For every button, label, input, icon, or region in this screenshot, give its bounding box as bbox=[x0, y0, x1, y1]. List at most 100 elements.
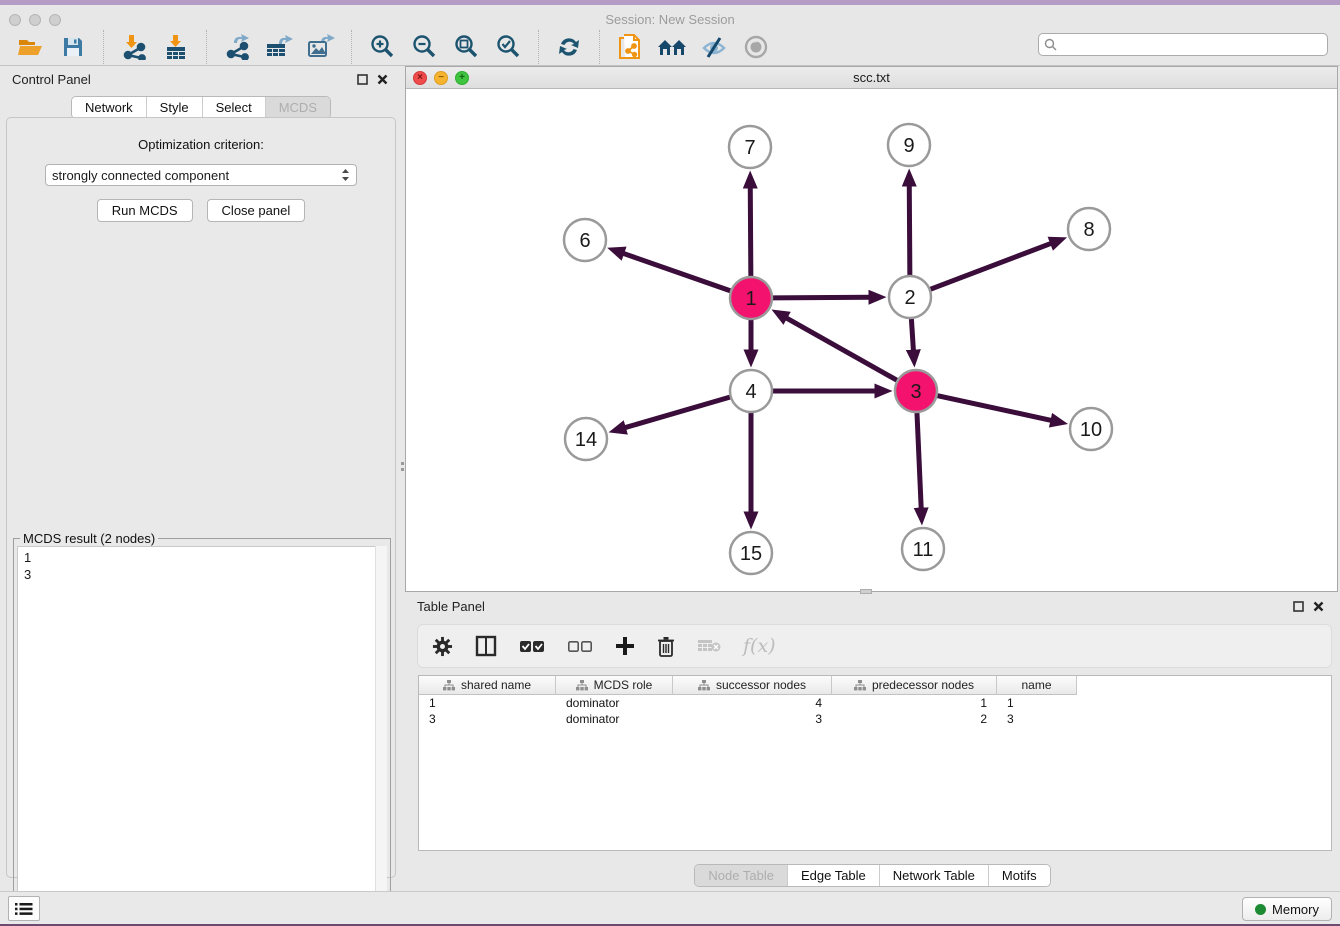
zoom-in-icon bbox=[369, 34, 395, 60]
table-header-row: shared name MCDS role successor nodesprede… bbox=[419, 676, 1331, 695]
graph-edge-2-9[interactable] bbox=[909, 185, 910, 275]
mcds-result-text[interactable]: 13 bbox=[17, 546, 387, 914]
table-row[interactable]: 1dominator411 bbox=[419, 695, 1331, 711]
table-cell[interactable]: 3 bbox=[673, 711, 832, 727]
tab-mcds[interactable]: MCDS bbox=[265, 97, 330, 118]
import-table-button[interactable] bbox=[159, 30, 193, 64]
export-table-button[interactable] bbox=[262, 30, 296, 64]
graph-edge-1-6[interactable] bbox=[623, 253, 730, 291]
import-network-button[interactable] bbox=[117, 30, 151, 64]
table-cell[interactable]: 1 bbox=[997, 695, 1077, 711]
table-cell[interactable]: dominator bbox=[556, 711, 673, 727]
graph-node-label: 10 bbox=[1080, 419, 1102, 441]
task-history-button[interactable] bbox=[8, 896, 40, 921]
float-table-panel-icon[interactable] bbox=[1293, 601, 1304, 612]
network-canvas[interactable]: 7 9 6 8 1 2 4 3 14 10 15 11 bbox=[406, 89, 1337, 591]
export-image-button[interactable] bbox=[304, 30, 338, 64]
graph-node-11[interactable]: 11 bbox=[902, 528, 944, 570]
session-title: Session: New Session bbox=[0, 12, 1340, 27]
close-panel-icon[interactable] bbox=[377, 74, 388, 85]
graph-node-14[interactable]: 14 bbox=[565, 418, 607, 460]
search-input[interactable] bbox=[1061, 38, 1327, 52]
column-type-icon bbox=[698, 680, 710, 691]
tab-node-table[interactable]: Node Table bbox=[695, 865, 787, 886]
toolbar-separator bbox=[599, 30, 600, 64]
tab-motifs[interactable]: Motifs bbox=[988, 865, 1050, 886]
memory-button[interactable]: Memory bbox=[1242, 897, 1332, 921]
graph-node-7[interactable]: 7 bbox=[729, 126, 771, 168]
deselect-all-icon[interactable] bbox=[567, 638, 593, 654]
criterion-select[interactable]: strongly connected component bbox=[45, 164, 357, 186]
select-chevrons-icon bbox=[341, 168, 350, 182]
network-window-titlebar[interactable]: × − + scc.txt bbox=[406, 67, 1337, 89]
close-panel-button[interactable]: Close panel bbox=[207, 199, 306, 222]
show-all-button[interactable] bbox=[739, 30, 773, 64]
graph-node-8[interactable]: 8 bbox=[1068, 208, 1110, 250]
graph-node-label: 15 bbox=[740, 543, 762, 565]
zoom-selected-button[interactable] bbox=[491, 30, 525, 64]
delete-icon[interactable] bbox=[657, 636, 675, 657]
zoom-in-button[interactable] bbox=[365, 30, 399, 64]
horizontal-splitter-handle[interactable] bbox=[860, 589, 872, 594]
save-session-button[interactable] bbox=[56, 30, 90, 64]
column-header-MCDS-role[interactable]: MCDS role bbox=[556, 676, 673, 695]
run-mcds-button[interactable]: Run MCDS bbox=[97, 199, 193, 222]
open-session-button[interactable] bbox=[14, 30, 48, 64]
tab-network[interactable]: Network bbox=[72, 97, 146, 118]
float-panel-icon[interactable] bbox=[357, 74, 368, 85]
zoom-fit-button[interactable] bbox=[449, 30, 483, 64]
columns-icon[interactable] bbox=[475, 635, 497, 657]
graph-node-10[interactable]: 10 bbox=[1070, 408, 1112, 450]
delete-table-icon bbox=[697, 638, 721, 654]
graph-node-6[interactable]: 6 bbox=[564, 219, 606, 261]
table-row[interactable]: 3dominator323 bbox=[419, 711, 1331, 727]
tab-select[interactable]: Select bbox=[202, 97, 265, 118]
graph-node-15[interactable]: 15 bbox=[730, 532, 772, 574]
result-scrollbar[interactable] bbox=[375, 546, 387, 914]
table-panel-tabs: Node TableEdge TableNetwork TableMotifs bbox=[694, 864, 1050, 887]
column-header-name[interactable]: name bbox=[997, 676, 1077, 695]
graph-edge-4-14[interactable] bbox=[624, 397, 729, 428]
select-all-icon[interactable] bbox=[519, 638, 545, 654]
table-cell[interactable]: 2 bbox=[832, 711, 997, 727]
graph-edge-3-10[interactable] bbox=[937, 396, 1051, 421]
graph-edge-1-7[interactable] bbox=[750, 187, 751, 276]
column-header-predecessor-nodes[interactable]: predecessor nodes bbox=[832, 676, 997, 695]
graph-node-2[interactable]: 2 bbox=[889, 276, 931, 318]
graph-edge-2-3[interactable] bbox=[911, 319, 913, 351]
column-header-label: MCDS role bbox=[594, 678, 653, 692]
graph-edge-3-11[interactable] bbox=[917, 413, 921, 509]
graph-edge-2-8[interactable] bbox=[931, 243, 1052, 289]
control-panel-title: Control Panel bbox=[12, 72, 91, 87]
table-cell[interactable]: 3 bbox=[419, 711, 556, 727]
export-table-icon bbox=[265, 34, 293, 60]
first-neighbors-button[interactable] bbox=[655, 30, 689, 64]
table-cell[interactable]: 1 bbox=[832, 695, 997, 711]
table-cell[interactable]: 1 bbox=[419, 695, 556, 711]
zoom-out-button[interactable] bbox=[407, 30, 441, 64]
hide-selected-button[interactable] bbox=[697, 30, 731, 64]
graph-node-9[interactable]: 9 bbox=[888, 124, 930, 166]
hide-selected-icon bbox=[700, 34, 728, 60]
graph-node-4[interactable]: 4 bbox=[730, 370, 772, 412]
search-field[interactable] bbox=[1038, 33, 1328, 56]
refresh-button[interactable] bbox=[552, 30, 586, 64]
close-table-panel-icon[interactable] bbox=[1313, 601, 1324, 612]
tab-network-table[interactable]: Network Table bbox=[879, 865, 988, 886]
tab-style[interactable]: Style bbox=[146, 97, 202, 118]
new-network-from-selection-button[interactable] bbox=[613, 30, 647, 64]
tab-edge-table[interactable]: Edge Table bbox=[787, 865, 879, 886]
table-cell[interactable]: dominator bbox=[556, 695, 673, 711]
graph-node-3[interactable]: 3 bbox=[895, 370, 937, 412]
graph-edge-1-2[interactable] bbox=[773, 297, 870, 298]
add-icon[interactable] bbox=[615, 636, 635, 656]
gear-icon[interactable] bbox=[432, 636, 453, 657]
graph-edge-3-1[interactable] bbox=[786, 318, 897, 381]
column-header-shared-name[interactable]: shared name bbox=[419, 676, 556, 695]
column-header-successor-nodes[interactable]: successor nodes bbox=[673, 676, 832, 695]
export-network-button[interactable] bbox=[220, 30, 254, 64]
graph-node-1[interactable]: 1 bbox=[730, 277, 772, 319]
table-cell[interactable]: 4 bbox=[673, 695, 832, 711]
panel-splitter-handle[interactable] bbox=[400, 462, 405, 482]
table-cell[interactable]: 3 bbox=[997, 711, 1077, 727]
